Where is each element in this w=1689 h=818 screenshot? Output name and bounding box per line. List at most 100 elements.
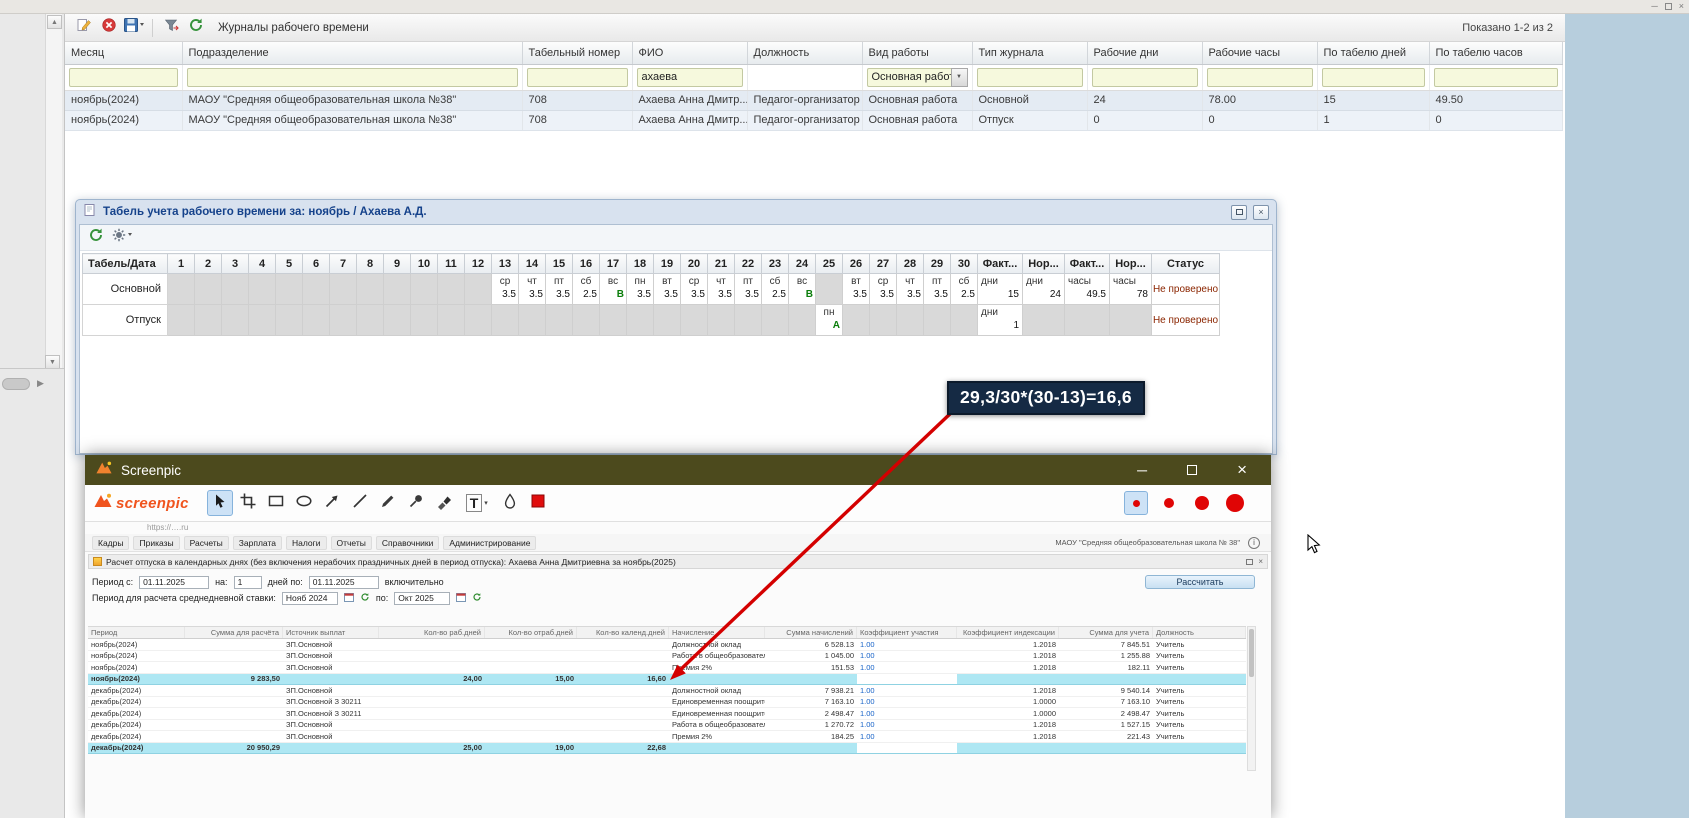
calendar-icon[interactable]: [456, 592, 467, 604]
calc-column-header[interactable]: Сумма начислений: [765, 627, 857, 638]
day-cell-empty[interactable]: [815, 273, 843, 305]
day-cell[interactable]: ср 3.5: [680, 273, 708, 305]
capture-menu-item[interactable]: Зарплата: [232, 535, 282, 550]
journal-column-header[interactable]: Рабочие часы: [1202, 42, 1318, 65]
pencil-tool[interactable]: [375, 490, 401, 516]
day-cell-empty[interactable]: [329, 304, 357, 336]
day-cell[interactable]: пт 3.5: [734, 273, 762, 305]
journal-column-header[interactable]: Вид работы: [862, 42, 973, 65]
capture-menu-item[interactable]: Администрирование: [443, 535, 537, 550]
day-header[interactable]: 20: [680, 253, 708, 274]
day-cell[interactable]: сб 2.5: [572, 273, 600, 305]
day-cell[interactable]: чт 3.5: [518, 273, 546, 305]
calc-column-header[interactable]: Источник выплат: [283, 627, 379, 638]
stroke-size-option[interactable]: [1124, 491, 1148, 515]
capture-menu-item[interactable]: Отчеты: [330, 535, 372, 550]
close-button[interactable]: ×: [1253, 204, 1269, 220]
summary-cell[interactable]: дни 1: [977, 304, 1023, 336]
day-cell-empty[interactable]: [248, 304, 276, 336]
journal-cell[interactable]: МАОУ "Средняя общеобразовательная школа …: [182, 90, 523, 111]
edit-button[interactable]: [73, 17, 95, 38]
calc-column-header[interactable]: Начисление: [669, 627, 765, 638]
calc-table-row[interactable]: ноябрь(2024) 9 283,50 24,00 15,00 16,60: [88, 673, 1246, 685]
refresh-icon[interactable]: [360, 592, 370, 604]
calc-table-row[interactable]: декабрь(2024) ЗП.Основной Работа в общеобр…: [88, 719, 1246, 731]
filter-input[interactable]: [186, 67, 518, 87]
day-cell-empty[interactable]: [950, 304, 978, 336]
journal-column-header[interactable]: По табелю дней: [1317, 42, 1430, 65]
settings-button[interactable]: [111, 227, 133, 248]
calc-column-header[interactable]: Кол-во календ.дней: [577, 627, 669, 638]
na-input[interactable]: 1: [233, 575, 262, 589]
journal-column-header[interactable]: ФИО: [632, 42, 748, 65]
day-cell-empty[interactable]: [329, 273, 357, 305]
day-cell-empty[interactable]: [275, 304, 303, 336]
calc-column-header[interactable]: Сумма для расчёта: [185, 627, 283, 638]
calc-table-row[interactable]: ноябрь(2024) ЗП.Основной Премия 2% 151.53 1.…: [88, 662, 1246, 674]
day-cell-empty[interactable]: [734, 304, 762, 336]
rectangle-tool[interactable]: [263, 490, 289, 516]
work-type-filter[interactable]: Основная работ ▼: [866, 67, 968, 87]
day-cell[interactable]: ср 3.5: [491, 273, 519, 305]
day-cell-empty[interactable]: [194, 273, 222, 305]
crop-tool[interactable]: [235, 490, 261, 516]
summary-header[interactable]: Факт...: [977, 253, 1023, 274]
maximize-icon[interactable]: [1187, 465, 1198, 475]
window-close-icon[interactable]: ×: [1679, 1, 1684, 12]
capture-menu-item[interactable]: Приказы: [133, 535, 180, 550]
day-cell-empty[interactable]: [302, 273, 330, 305]
filter-input[interactable]: [976, 67, 1083, 87]
day-header[interactable]: 23: [761, 253, 789, 274]
day-header[interactable]: 8: [356, 253, 384, 274]
day-header[interactable]: 7: [329, 253, 357, 274]
restore-button[interactable]: [1231, 204, 1247, 220]
day-header[interactable]: 19: [653, 253, 681, 274]
journal-cell[interactable]: 0: [1202, 110, 1318, 131]
calc-table-row[interactable]: декабрь(2024) ЗП.Основной Должностной окла…: [88, 685, 1246, 697]
day-header[interactable]: 26: [842, 253, 870, 274]
summary-cell-empty[interactable]: [1022, 304, 1065, 336]
day-cell-empty[interactable]: [356, 273, 384, 305]
summary-cell[interactable]: часы 49.5: [1064, 273, 1110, 305]
journal-cell[interactable]: Ахаева Анна Дмитр...: [632, 90, 748, 111]
journal-column-header[interactable]: Должность: [747, 42, 863, 65]
summary-header[interactable]: Нор...: [1109, 253, 1152, 274]
line-tool[interactable]: [347, 490, 373, 516]
cursor-tool[interactable]: [206, 490, 233, 516]
day-cell-empty[interactable]: [437, 273, 465, 305]
stroke-size-option[interactable]: [1223, 491, 1247, 515]
scroll-down-button[interactable]: ▼: [45, 355, 60, 369]
day-cell[interactable]: вт 3.5: [842, 273, 870, 305]
day-cell-empty[interactable]: [518, 304, 546, 336]
capture-menu-item[interactable]: Налоги: [286, 535, 327, 550]
day-header[interactable]: 6: [302, 253, 330, 274]
day-cell-empty[interactable]: [194, 304, 222, 336]
capture-close-icon[interactable]: ×: [1258, 557, 1263, 566]
filter-input[interactable]: [1321, 67, 1425, 87]
timesheet-row-label[interactable]: Отпуск: [82, 304, 168, 336]
calc-column-header[interactable]: Кол-во отраб.дней: [485, 627, 577, 638]
calc-column-header[interactable]: Кол-во раб.дней: [379, 627, 485, 638]
journal-cell[interactable]: 78.00: [1202, 90, 1318, 111]
journal-cell[interactable]: 708: [522, 90, 633, 111]
calc-column-header[interactable]: Период: [88, 627, 185, 638]
journal-cell[interactable]: МАОУ "Средняя общеобразовательная школа …: [182, 110, 523, 131]
day-cell-empty[interactable]: [842, 304, 870, 336]
day-header[interactable]: 1: [167, 253, 195, 274]
day-cell-empty[interactable]: [464, 304, 492, 336]
journal-row[interactable]: ноябрь(2024) МАОУ "Средняя общеобразовате…: [65, 110, 1563, 131]
summary-header[interactable]: Статус: [1151, 253, 1220, 274]
journal-column-header[interactable]: Месяц: [65, 42, 183, 65]
filter-button[interactable]: [160, 17, 182, 38]
day-cell-empty[interactable]: [707, 304, 735, 336]
journal-cell[interactable]: Основная работа: [862, 90, 973, 111]
day-header[interactable]: 18: [626, 253, 654, 274]
journal-column-header[interactable]: Подразделение: [182, 42, 523, 65]
summary-header[interactable]: Нор...: [1022, 253, 1065, 274]
summary-cell[interactable]: дни 24: [1022, 273, 1065, 305]
journal-cell[interactable]: Отпуск: [972, 110, 1088, 131]
capture-menu-item[interactable]: Справочники: [375, 535, 440, 550]
day-cell-empty[interactable]: [923, 304, 951, 336]
day-header[interactable]: 21: [707, 253, 735, 274]
day-cell[interactable]: пт 3.5: [545, 273, 573, 305]
